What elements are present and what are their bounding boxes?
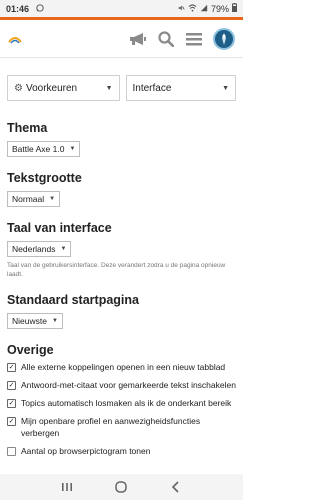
theme-heading: Thema	[7, 121, 48, 135]
megaphone-icon[interactable]	[129, 30, 147, 48]
chevron-down-icon: ▼	[105, 84, 113, 92]
option-label: Topics automatisch losmaken als ik de on…	[21, 398, 232, 408]
language-select-value: Nederlands	[12, 244, 56, 254]
option-browser-icon-count[interactable]: Aantal op browserpictogram tonen	[7, 445, 236, 457]
theme-select-value: Battle Axe 1.0	[12, 144, 65, 154]
checkbox-checked[interactable]: ✓	[7, 398, 16, 408]
chevron-down-icon: ▼	[49, 196, 56, 202]
interface-dropdown[interactable]: Interface ▼	[125, 75, 236, 101]
start-page-heading: Standaard startpagina	[7, 293, 139, 307]
start-page-select-value: Nieuwste	[12, 316, 47, 326]
preferences-dropdown[interactable]: ⚙ Voorkeuren ▼	[7, 75, 120, 101]
option-hide-profile[interactable]: ✓ Mijn openbare profiel en aanwezigheids…	[7, 415, 236, 439]
language-hint: Taal van de gebruikersinterface. Deze ve…	[7, 262, 226, 278]
chevron-down-icon: ▼	[51, 318, 58, 324]
option-label: Antwoord-met-citaat voor gemarkeerde tek…	[21, 380, 236, 390]
other-options: ✓ Alle externe koppelingen openen in een…	[7, 361, 236, 457]
site-logo[interactable]	[8, 34, 22, 44]
mute-icon	[177, 4, 185, 14]
logo-icon	[8, 36, 22, 43]
theme-select[interactable]: Battle Axe 1.0 ▼	[7, 141, 81, 157]
battery-percent: 79%	[210, 3, 229, 14]
option-label: Mijn openbare profiel en aanwezigheidsfu…	[21, 416, 201, 438]
top-selects: ⚙ Voorkeuren ▼ Interface ▼	[7, 75, 236, 101]
home-icon[interactable]	[111, 480, 131, 494]
wifi-icon	[188, 3, 197, 14]
option-auto-unpin[interactable]: ✓ Topics automatisch losmaken als ik de …	[7, 397, 236, 409]
site-header	[0, 20, 243, 58]
checkbox-checked[interactable]: ✓	[7, 380, 16, 390]
recent-apps-icon[interactable]	[57, 480, 77, 494]
whatsapp-icon	[36, 3, 44, 14]
checkbox-checked[interactable]: ✓	[7, 416, 16, 426]
signal-icon	[200, 4, 208, 14]
interface-dropdown-label: Interface	[132, 82, 172, 94]
language-select[interactable]: Nederlands ▼	[7, 241, 72, 257]
text-size-heading: Tekstgrootte	[7, 171, 82, 185]
status-bar: 01:46 79%	[0, 0, 243, 17]
avatar[interactable]	[213, 27, 235, 50]
header-actions	[129, 27, 235, 50]
option-label: Aantal op browserpictogram tonen	[21, 446, 151, 456]
checkbox-checked[interactable]: ✓	[7, 362, 16, 372]
hamburger-menu-icon[interactable]	[185, 30, 203, 48]
language-heading: Taal van interface	[7, 221, 112, 235]
android-nav-bar	[0, 474, 243, 500]
start-page-select[interactable]: Nieuwste ▼	[7, 313, 63, 329]
text-size-select[interactable]: Normaal ▼	[7, 191, 61, 207]
chevron-down-icon: ▼	[69, 146, 76, 152]
chevron-down-icon: ▼	[222, 84, 229, 92]
option-label: Alle externe koppelingen openen in een n…	[21, 362, 226, 372]
option-external-links[interactable]: ✓ Alle externe koppelingen openen in een…	[7, 361, 236, 373]
gear-icon: ⚙	[14, 82, 23, 94]
preferences-dropdown-label: Voorkeuren	[25, 82, 78, 94]
search-icon[interactable]	[157, 30, 175, 48]
other-heading: Overige	[7, 343, 54, 357]
preferences-content: ⚙ Voorkeuren ▼ Interface ▼ Thema Battle …	[0, 75, 243, 457]
status-left: 01:46	[6, 4, 44, 14]
text-size-select-value: Normaal	[12, 194, 45, 204]
back-icon[interactable]	[166, 480, 186, 494]
option-quote-reply[interactable]: ✓ Antwoord-met-citaat voor gemarkeerde t…	[7, 379, 236, 391]
battery-icon	[232, 3, 237, 14]
avatar-icon	[222, 32, 226, 45]
status-time: 01:46	[6, 3, 30, 14]
checkbox-unchecked[interactable]	[7, 446, 16, 456]
status-right: 79%	[177, 3, 237, 14]
chevron-down-icon: ▼	[60, 246, 67, 252]
